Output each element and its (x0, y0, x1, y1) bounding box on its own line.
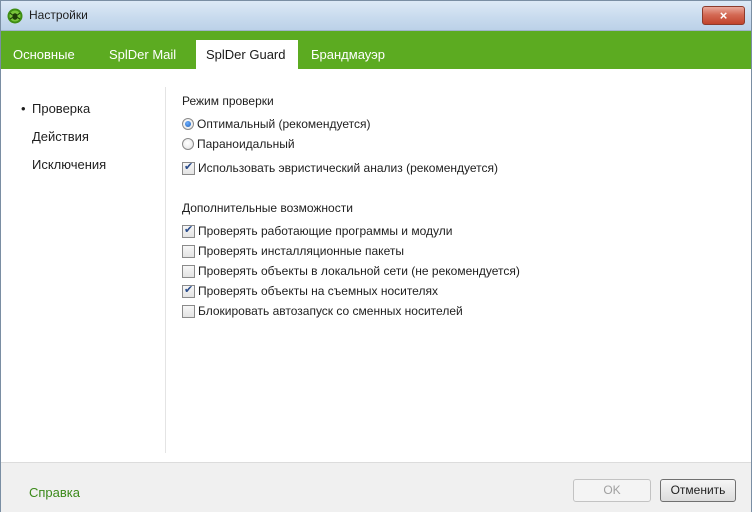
checkbox-label: Проверять инсталляционные пакеты (198, 244, 404, 258)
checkbox[interactable] (182, 283, 195, 298)
sidebar-item-label: Исключения (32, 157, 107, 172)
tab-spider-guard[interactable]: SplDer Guard (196, 40, 298, 69)
radio-label: Оптимальный (рекомендуется) (197, 117, 371, 131)
ok-button[interactable]: OK (573, 479, 651, 502)
check-removable-media-checkbox[interactable]: Проверять объекты на съемных носителях (182, 281, 742, 301)
sidebar-item-scan[interactable]: • Проверка (21, 99, 161, 127)
checkbox[interactable] (182, 223, 195, 238)
tab-bar: Основные SplDer Mail SplDer Guard Брандм… (1, 31, 751, 69)
window-title: Настройки (29, 8, 88, 22)
title-bar[interactable]: Настройки × (1, 1, 751, 31)
extra-options-heading: Дополнительные возможности (182, 201, 353, 215)
radio-optimal[interactable]: Оптимальный (рекомендуется) (182, 114, 742, 134)
radio-button[interactable] (182, 118, 194, 130)
heuristic-analysis-checkbox[interactable]: Использовать эвристический анализ (реком… (182, 158, 742, 178)
selection-bullet: • (21, 101, 26, 116)
spider-guard-icon (7, 8, 23, 24)
close-button[interactable]: × (702, 6, 745, 25)
cancel-button[interactable]: Отменить (660, 479, 736, 502)
radio-paranoid[interactable]: Параноидальный (182, 134, 742, 154)
settings-window: Настройки × Основные SplDer Mail SplDer … (0, 0, 752, 512)
block-autorun-checkbox[interactable]: Блокировать автозапуск со сменных носите… (182, 301, 742, 321)
tab-spider-mail[interactable]: SplDer Mail (99, 40, 186, 69)
dialog-footer: Справка OK Отменить (1, 462, 751, 512)
scan-mode-heading: Режим проверки (182, 94, 274, 108)
checkbox-label: Проверять работающие программы и модули (198, 224, 453, 238)
checkbox[interactable] (182, 264, 195, 278)
close-icon: × (719, 8, 728, 23)
checkbox-label: Проверять объекты на съемных носителях (198, 284, 438, 298)
sidebar-item-label: Действия (32, 129, 89, 144)
checkbox[interactable] (182, 160, 195, 175)
sidebar-item-exclusions[interactable]: Исключения (21, 155, 161, 183)
sidebar-item-label: Проверка (32, 101, 91, 116)
help-link[interactable]: Справка (29, 485, 80, 500)
tab-firewall[interactable]: Брандмауэр (301, 40, 395, 69)
sidebar: • Проверка Действия Исключения (21, 99, 161, 183)
check-running-programs-checkbox[interactable]: Проверять работающие программы и модули (182, 221, 742, 241)
settings-panel: Режим проверки Оптимальный (рекомендуетс… (182, 93, 742, 321)
checkbox-label: Проверять объекты в локальной сети (не р… (198, 264, 520, 278)
sidebar-divider (165, 87, 166, 453)
checkbox[interactable] (182, 244, 195, 258)
check-installation-packages-checkbox[interactable]: Проверять инсталляционные пакеты (182, 241, 742, 261)
radio-label: Параноидальный (197, 137, 295, 151)
checkbox-label: Блокировать автозапуск со сменных носите… (198, 304, 463, 318)
checkbox[interactable] (182, 304, 195, 318)
radio-button[interactable] (182, 138, 194, 150)
sidebar-item-actions[interactable]: Действия (21, 127, 161, 155)
check-network-objects-checkbox[interactable]: Проверять объекты в локальной сети (не р… (182, 261, 742, 281)
tab-general[interactable]: Основные (3, 40, 85, 69)
checkbox-label: Использовать эвристический анализ (реком… (198, 161, 499, 175)
